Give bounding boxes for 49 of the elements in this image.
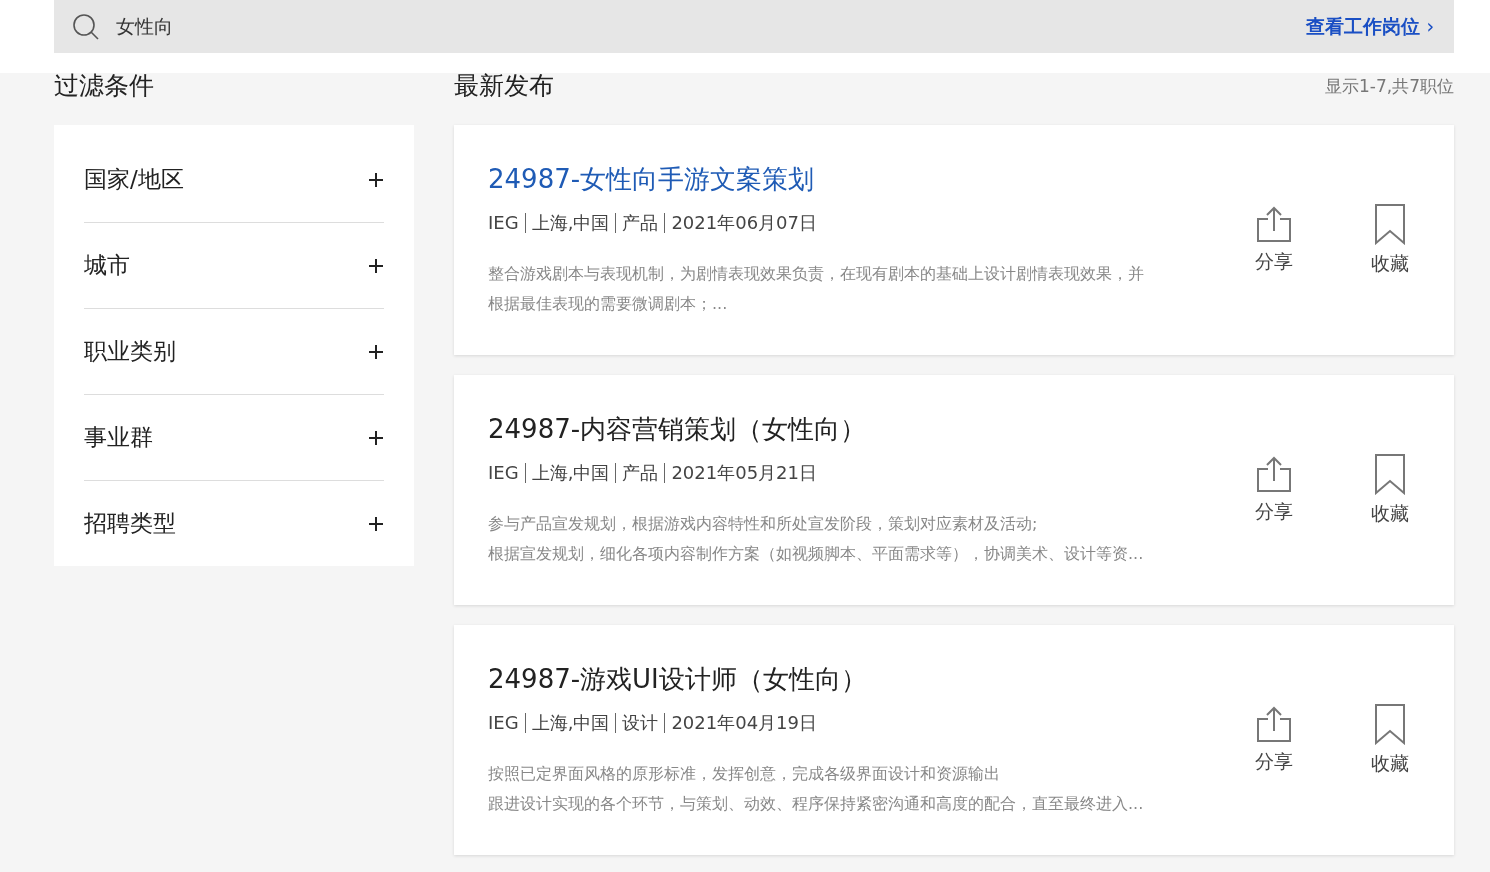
- share-icon[interactable]: [1255, 205, 1293, 243]
- plus-icon[interactable]: [368, 343, 384, 360]
- filter-label[interactable]: 事业群: [84, 422, 153, 453]
- plus-icon[interactable]: [368, 171, 384, 188]
- save-label[interactable]: 收藏: [1371, 251, 1409, 277]
- job-title-link[interactable]: 24987-游戏UI设计师（女性向）: [488, 661, 1246, 697]
- job-meta: 设计: [622, 710, 659, 735]
- job-meta: 上海,中国: [531, 460, 610, 485]
- filter-label[interactable]: 招聘类型: [84, 508, 176, 539]
- share-icon[interactable]: [1255, 705, 1293, 743]
- job-title-link[interactable]: 24987-女性向手游文案策划: [488, 161, 1246, 197]
- job-meta: IEG: [488, 712, 519, 733]
- job-description: 整合游戏剧本与表现机制，为剧情表现效果负责，在现有剧本的基础上设计剧情表现效果，并: [488, 262, 1145, 285]
- job-meta: IEG: [488, 462, 519, 483]
- plus-icon[interactable]: [368, 257, 384, 274]
- job-meta: 2021年05月21日: [671, 460, 817, 485]
- filters-heading: 过滤条件: [54, 73, 155, 102]
- bookmark-icon[interactable]: [1374, 203, 1406, 245]
- bookmark-icon[interactable]: [1374, 453, 1406, 495]
- search-icon[interactable]: [72, 12, 100, 41]
- job-description: 按照已定界面风格的原形标准，发挥创意，完成各级界面设计和资源输出: [488, 762, 1001, 785]
- save-label[interactable]: 收藏: [1371, 751, 1409, 777]
- job-title-link[interactable]: 24987-内容营销策划（女性向）: [488, 411, 1246, 447]
- filter-label[interactable]: 城市: [84, 250, 130, 281]
- view-jobs-link[interactable]: 查看工作岗位 ›: [1305, 13, 1434, 40]
- results-count: 显示1-7,共7职位: [1325, 75, 1454, 98]
- search-field[interactable]: 女性向 查看工作岗位 ›: [54, 0, 1454, 53]
- plus-icon[interactable]: [368, 515, 384, 532]
- job-description: 跟进设计实现的各个环节，与策划、动效、程序保持紧密沟通和高度的配合，直至最终进入...: [488, 792, 1145, 815]
- save-label[interactable]: 收藏: [1371, 501, 1409, 527]
- bookmark-icon[interactable]: [1374, 703, 1406, 745]
- job-description: 根据宣发规划，细化各项内容制作方案（如视频脚本、平面需求等），协调美术、设计等资...: [488, 542, 1145, 565]
- results-heading: 最新发布: [454, 73, 554, 102]
- job-meta: 上海,中国: [531, 710, 610, 735]
- share-label[interactable]: 分享: [1255, 249, 1293, 275]
- job-meta: 产品: [622, 460, 659, 485]
- filter-label[interactable]: 职业类别: [84, 336, 176, 367]
- share-label[interactable]: 分享: [1255, 749, 1293, 775]
- job-meta: 上海,中国: [531, 210, 610, 235]
- job-description: 根据最佳表现的需要微调剧本；...: [488, 292, 729, 315]
- job-meta: 2021年04月19日: [671, 710, 817, 735]
- job-description: 参与产品宣发规划，根据游戏内容特性和所处宣发阶段，策划对应素材及活动;: [488, 512, 1039, 535]
- job-meta: 产品: [622, 210, 659, 235]
- plus-icon[interactable]: [368, 429, 384, 446]
- share-label[interactable]: 分享: [1255, 499, 1293, 525]
- filter-label[interactable]: 国家/地区: [84, 164, 184, 195]
- job-meta: 2021年06月07日: [671, 210, 817, 235]
- share-icon[interactable]: [1255, 455, 1293, 493]
- job-meta: IEG: [488, 212, 519, 233]
